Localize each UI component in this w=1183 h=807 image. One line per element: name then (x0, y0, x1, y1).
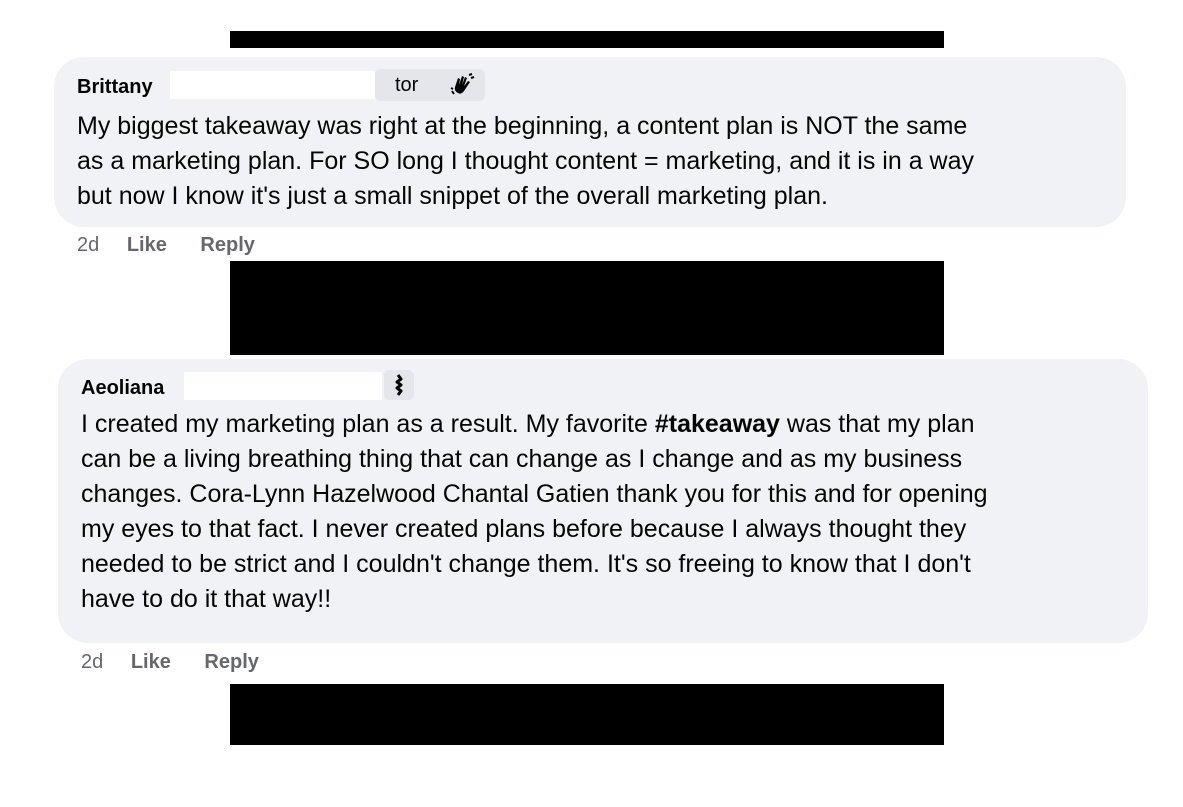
comment-author-name[interactable]: Brittany (77, 75, 153, 99)
reply-button[interactable]: Reply (200, 233, 254, 257)
comment-author-name[interactable]: Aeoliana (81, 376, 164, 400)
comment-text-line: have to do it that way!! (81, 585, 332, 613)
comment-body: My biggest takeaway was right at the beg… (77, 109, 974, 214)
comment-text: I created my marketing plan as a result.… (81, 410, 655, 438)
comment-text-line: as a marketing plan. For SO long I thoug… (77, 147, 975, 175)
redacted-block (230, 684, 944, 745)
redacted-block (230, 261, 944, 355)
comment-text-line: my eyes to that fact. I never created pl… (81, 515, 967, 543)
comment-text-line: I created my marketing plan as a result.… (81, 407, 988, 442)
like-button[interactable]: Like (131, 650, 171, 674)
member-badge[interactable]: tor (375, 69, 485, 101)
comment-text-line: but now I know it's just a small snippet… (77, 182, 828, 210)
badge-icon (392, 373, 408, 397)
reply-button[interactable]: Reply (204, 650, 258, 674)
comment-text-line: can be a living breathing thing that can… (81, 445, 963, 473)
comment-text-line: changes. Cora-Lynn Hazelwood Chantal Gat… (81, 480, 988, 508)
member-badge[interactable] (384, 370, 414, 400)
hashtag-link[interactable]: #takeaway (655, 410, 780, 438)
like-button[interactable]: Like (127, 233, 167, 257)
waving-hand-icon (449, 71, 477, 99)
redacted-block (230, 31, 944, 48)
comment-timestamp[interactable]: 2d (77, 233, 99, 257)
redacted-author-name (170, 71, 375, 99)
comment-actions: 2d Like Reply (81, 650, 259, 674)
comment-text-line: My biggest takeaway was right at the beg… (77, 112, 968, 140)
comment-actions: 2d Like Reply (77, 233, 255, 257)
comment-body: I created my marketing plan as a result.… (81, 407, 988, 617)
member-badge-label: tor (395, 74, 419, 96)
redacted-author-name (184, 372, 382, 400)
comment-text-line: needed to be strict and I couldn't chang… (81, 550, 971, 578)
comment-text: was that my plan (779, 410, 975, 438)
comment-timestamp[interactable]: 2d (81, 650, 103, 674)
